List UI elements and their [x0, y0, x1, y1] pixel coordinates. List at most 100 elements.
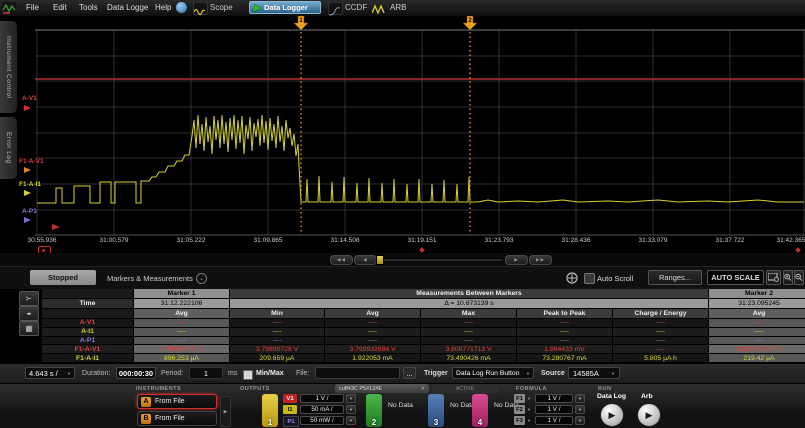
minmax-checkbox[interactable] [243, 370, 253, 380]
row-name[interactable]: F1-A-V1 [42, 345, 133, 353]
crosshair-icon[interactable] [566, 272, 578, 284]
row-name[interactable]: A-V1 [42, 319, 133, 327]
trace-label-a-p1[interactable]: A-P1 [22, 208, 37, 215]
split-view-button[interactable]: Y [19, 291, 39, 306]
row-name[interactable]: A-I1 [42, 328, 133, 336]
menu-edit[interactable]: Edit [53, 3, 67, 12]
menu-file[interactable]: File [26, 3, 39, 12]
source-dropdown[interactable]: 14585A ▼ [568, 367, 620, 379]
col-header-avg[interactable]: Avg [325, 309, 420, 318]
snapshot-button[interactable] [766, 270, 781, 285]
zoom-in-button[interactable] [783, 270, 793, 285]
p1-range-caret[interactable]: ▼ [346, 416, 356, 425]
sidebar-tab-error-log[interactable]: Error Log [0, 117, 17, 179]
col-header-max[interactable]: Max [421, 309, 516, 318]
col-header-charge[interactable]: Charge / Energy [613, 309, 708, 318]
toolbar-scope-label[interactable]: Scope [210, 3, 233, 12]
channel-4-bar[interactable]: 4 [472, 394, 488, 427]
period-input[interactable]: 1 [189, 367, 223, 379]
time-scale-dropdown[interactable]: 4.643 s / ▼ [25, 367, 75, 379]
f1-range-dropdown[interactable]: 1 V / [535, 394, 573, 403]
markers-toggle-button[interactable]: ◂▸ [19, 306, 39, 321]
f3-caret-icon[interactable]: ▼ [527, 418, 531, 423]
scroll-rewind-button[interactable]: ◀◀ [330, 255, 353, 265]
scroll-track[interactable] [380, 258, 502, 261]
col-header-p2p[interactable]: Peak to Peak [517, 309, 612, 318]
data-log-run-button[interactable]: ▶ [600, 403, 624, 427]
scroll-ffwd-button[interactable]: ▶▶ [529, 255, 552, 265]
scroll-fwd-button[interactable]: ▶ [505, 255, 528, 265]
v1-range-caret[interactable]: ▼ [346, 394, 356, 403]
sidebar-tab-instrument-control[interactable]: Instrument Control [0, 21, 17, 113]
f2-range-caret[interactable]: ▼ [575, 405, 585, 414]
channel-1-bar[interactable]: 1 [262, 394, 278, 427]
duration-input[interactable]: 000:00:30 [116, 367, 156, 379]
arb-run-button[interactable]: ▶ [637, 403, 661, 427]
scroll-thumb[interactable] [376, 255, 384, 265]
i1-range-caret[interactable]: ▼ [346, 405, 356, 414]
waveform-chart[interactable]: 1 2 A-V1 F1-A-V1 F1-A-I1 A-P1 30:55.936 … [18, 16, 805, 253]
scroll-back-button[interactable]: ◀ [354, 255, 377, 265]
f2-range-dropdown[interactable]: 1 V / [535, 405, 573, 414]
toolbar-arb-label[interactable]: ARB [390, 3, 406, 12]
zoom-out-button[interactable] [794, 270, 804, 285]
instrument-a-button[interactable]: A From File [137, 394, 217, 409]
auto-scroll-label[interactable]: Auto Scroll [597, 274, 633, 283]
f2-caret-icon[interactable]: ▼ [527, 407, 531, 412]
table-cell: ---- [709, 337, 805, 345]
menu-data-logger[interactable]: Data Logge [107, 3, 148, 12]
table-cell: ---- [421, 337, 516, 345]
channel-2-bar[interactable]: 2 [366, 394, 382, 427]
instrument-b-button[interactable]: B From File [137, 411, 217, 426]
trace-label-f1-a-i1[interactable]: F1-A-I1 [19, 181, 41, 188]
i1-range-dropdown[interactable]: 50 mA / [300, 405, 344, 414]
ccdf-icon[interactable] [328, 2, 343, 15]
info-sphere-icon[interactable] [176, 2, 187, 13]
f3-range-dropdown[interactable]: 1 V / [535, 416, 573, 425]
toolbar-ccdf-label[interactable]: CCDF [345, 3, 367, 12]
file-input[interactable] [315, 367, 400, 379]
tab-close-icon[interactable]: ✕ [421, 386, 425, 392]
p1-range-dropdown[interactable]: 50 mW / [300, 416, 344, 425]
status-stopped-badge: Stopped [30, 270, 96, 285]
f1-range-caret[interactable]: ▼ [575, 394, 585, 403]
ranges-button[interactable]: Ranges... [648, 270, 702, 285]
f3-range-caret[interactable]: ▼ [575, 416, 585, 425]
trace-arrow-f1-a-i1-icon [24, 190, 31, 196]
marker2-time: 31:23.095245 [709, 299, 805, 308]
markers-dropdown-icon[interactable]: ⌄ [196, 273, 207, 284]
axis-mark-icon [419, 247, 425, 253]
trace-label-f1-a-v1[interactable]: F1-A-V1 [19, 158, 44, 165]
file-browse-button[interactable]: ... [403, 367, 416, 379]
auto-scroll-checkbox[interactable] [584, 273, 595, 284]
menu-help[interactable]: Help [155, 3, 171, 12]
markers-measurements-label[interactable]: Markers & Measurements [107, 274, 193, 283]
scope-icon[interactable] [193, 2, 208, 15]
v1-range-dropdown[interactable]: 1 V / [300, 394, 344, 403]
row-name[interactable]: A-P1 [42, 337, 133, 345]
toolbar-data-logger-tab[interactable]: Data Logger [249, 1, 321, 14]
instruments-expander-button[interactable]: ▶ [220, 396, 231, 427]
time-header: Time [42, 299, 133, 308]
secondary-tab[interactable]: ACTIVE [432, 385, 498, 393]
channel-3-bar[interactable]: 3 [428, 394, 444, 427]
table-cell: ---- [421, 328, 516, 336]
marker-2-flag[interactable]: 2 [463, 16, 477, 30]
menu-tools[interactable]: Tools [79, 3, 98, 12]
trigger-dropdown[interactable]: Data Log Run Button ▼ [452, 367, 534, 379]
channel-1-number: 1 [268, 418, 272, 427]
marker-1-flag[interactable]: 1 [294, 16, 308, 30]
source-value: 14585A [573, 369, 599, 378]
trace-label-a-v1[interactable]: A-V1 [22, 95, 37, 102]
x-tick: 31:19.151 [408, 237, 437, 244]
table-cell: ---- [421, 319, 516, 327]
marker1-header[interactable]: Marker 1 [134, 289, 229, 298]
col-header-min[interactable]: Min [230, 309, 324, 318]
table-cell: 3.800037857 V [709, 345, 805, 353]
auto-scale-button[interactable]: AUTO SCALE [707, 270, 764, 285]
row-name[interactable]: F1-A-I1 [42, 354, 133, 362]
file-tab[interactable]: cuff43C P5#12#E ✕ [335, 384, 429, 393]
f1-caret-icon[interactable]: ▼ [527, 396, 531, 401]
grid-view-button[interactable]: ▦ [19, 321, 39, 336]
marker2-header[interactable]: Marker 2 [709, 289, 805, 298]
